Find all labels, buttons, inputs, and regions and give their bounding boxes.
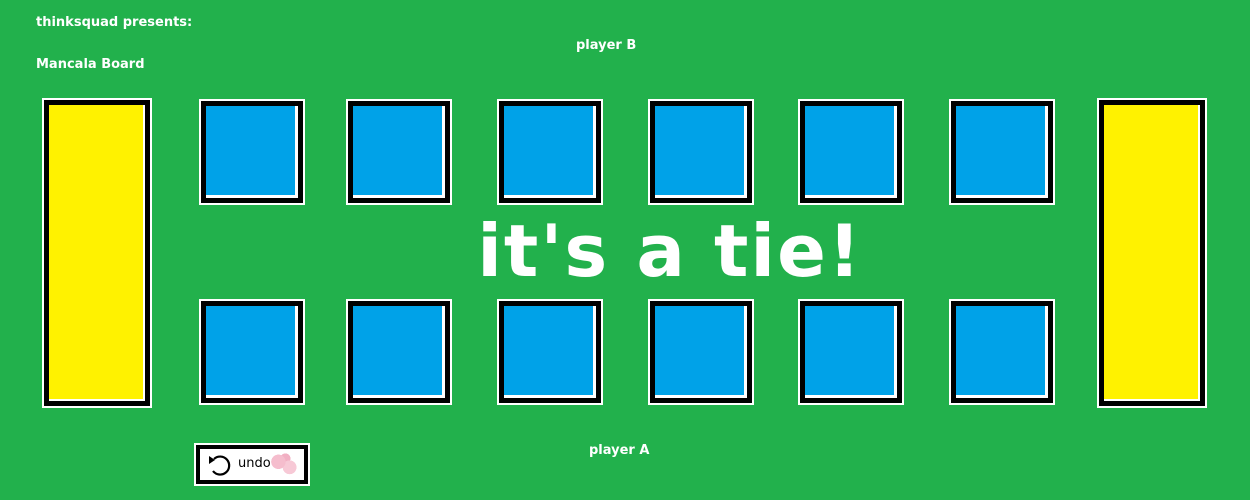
pit-top-4[interactable] [650,101,752,203]
undo-button[interactable]: undo [196,445,308,484]
page-title: Mancala Board [36,57,145,72]
pit-top-5[interactable] [800,101,902,203]
presenter-text: thinksquad presents: [36,15,193,30]
pit-bottom-3[interactable] [499,301,601,403]
pit-bottom-6[interactable] [951,301,1053,403]
pit-bottom-5[interactable] [800,301,902,403]
undo-label: undo [238,456,271,471]
store-right [1099,100,1205,406]
pit-bottom-1[interactable] [201,301,303,403]
player-a-label: player A [589,443,650,458]
store-left [44,100,150,406]
undo-arrow-icon [209,455,231,476]
pit-bottom-2[interactable] [348,301,450,403]
pit-top-1[interactable] [201,101,303,203]
pit-top-2[interactable] [348,101,450,203]
pit-top-3[interactable] [499,101,601,203]
player-b-label: player B [576,38,637,53]
pit-bottom-4[interactable] [650,301,752,403]
pit-top-6[interactable] [951,101,1053,203]
result-message: it's a tie! [477,209,863,293]
